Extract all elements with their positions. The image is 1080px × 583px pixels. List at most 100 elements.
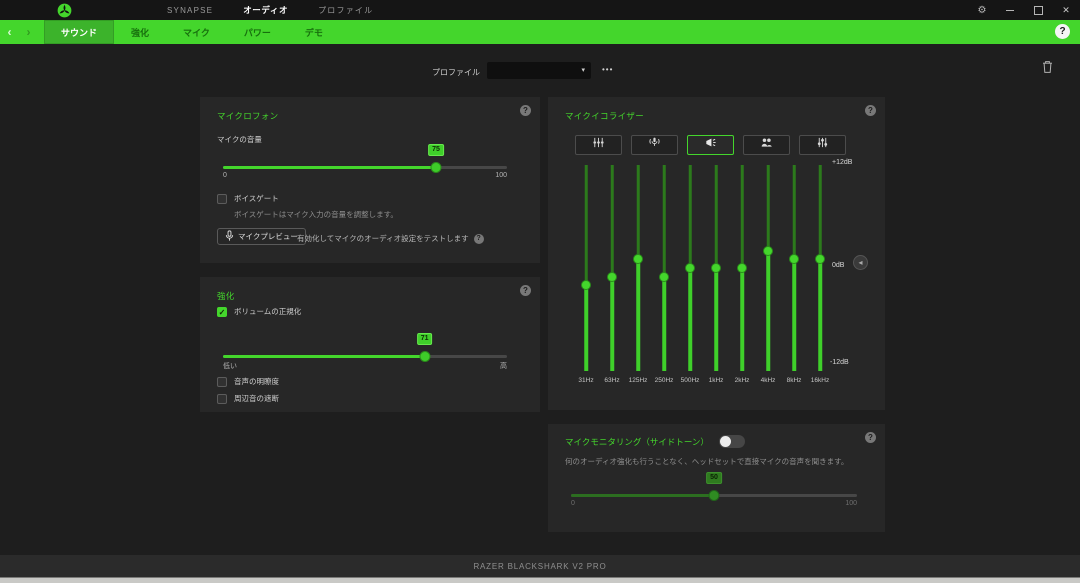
nav-tabs: サウンド強化マイクパワーデモ [44,20,340,44]
slider-value-badge: 50 [706,472,722,484]
toggle-knob [720,436,731,447]
eq-band-thumb[interactable] [815,254,825,264]
profile-dropdown[interactable]: ▾ [487,62,591,79]
profile-more-button[interactable]: ••• [602,65,613,74]
eq-band-500hz[interactable]: 500Hz [677,165,703,371]
voice-clarity-checkbox[interactable]: 音声の明瞭度 [217,376,279,387]
menu-synapse[interactable]: SYNAPSE [167,6,213,15]
info-icon[interactable]: ? [520,105,531,116]
mic-icon [225,230,234,244]
info-icon[interactable]: ? [520,285,531,296]
eq-band-8khz[interactable]: 8kHz [781,165,807,371]
synapse-window: SYNAPSE オーディオ プロファイル ⚙ ✕ ‹ › サウンド強化マイクパワーデ… [0,0,1080,583]
eq-band-31hz[interactable]: 31Hz [573,165,599,371]
enhancement-panel: 強化 ? ✓ ボリュームの正規化 71 低い高 音声の明瞭度 周辺音の遮断 [200,277,540,412]
panel-title: マイクモニタリング（サイドトーン） [565,436,709,448]
eq-band-4khz[interactable]: 4kHz [755,165,781,371]
eq-rail-filled [766,251,770,371]
titlebar-menu: SYNAPSE オーディオ プロファイル [167,4,373,16]
minimize-button[interactable] [996,0,1024,20]
eq-band-thumb[interactable] [711,263,721,273]
sidetone-level-slider[interactable]: 50 0100 [571,472,857,508]
eq-band-frequency-label: 500Hz [677,377,703,384]
info-icon[interactable]: ? [474,234,484,244]
razer-logo-icon[interactable] [57,3,72,18]
mic-volume-slider[interactable]: 75 0100 [223,144,507,180]
eq-flat-sliders-icon [592,136,605,154]
mic-preview-button[interactable]: マイクプレビュー [217,228,306,245]
eq-rail-upper [741,165,744,268]
normalization-level-slider[interactable]: 71 低い高 [223,333,507,369]
ambient-noise-block-checkbox[interactable]: 周辺音の遮断 [217,393,279,404]
sidetone-toggle[interactable] [719,435,745,448]
people-icon [760,136,773,154]
eq-band-125hz[interactable]: 125Hz [625,165,651,371]
checkbox-box[interactable] [217,377,227,387]
eq-band-63hz[interactable]: 63Hz [599,165,625,371]
eq-band-thumb[interactable] [581,280,591,290]
eq-scale-zero-label: 0dB [832,262,844,269]
eq-band-16khz[interactable]: 16kHz [807,165,833,371]
checkbox-label: 周辺音の遮断 [234,393,279,404]
slider-thumb[interactable] [419,351,430,362]
preset-amplified-button[interactable] [687,135,734,155]
nav-forward-button[interactable]: › [19,20,38,44]
eq-rail-upper [793,165,796,259]
checkbox-box[interactable] [217,394,227,404]
eq-rail-upper [611,165,614,277]
menu-audio[interactable]: オーディオ [243,4,288,16]
preset-default-button[interactable] [575,135,622,155]
tab-power[interactable]: パワー [227,20,288,44]
eq-band-thumb[interactable] [763,246,773,256]
eq-band-thumb[interactable] [659,272,669,282]
tab-demo[interactable]: デモ [288,20,340,44]
vertical-sliders-icon [816,136,829,154]
slider-thumb[interactable] [709,490,720,501]
eq-band-2khz[interactable]: 2kHz [729,165,755,371]
eq-band-frequency-label: 250Hz [651,377,677,384]
info-icon[interactable]: ? [865,105,876,116]
eq-band-thumb[interactable] [633,254,643,264]
eq-rail-upper [689,165,692,268]
delete-profile-button[interactable] [1040,59,1054,75]
eq-rail-upper [819,165,822,259]
slider-fill [223,166,436,169]
eq-rail-filled [714,268,718,371]
help-button[interactable]: ? [1055,24,1070,39]
tab-sound[interactable]: サウンド [44,20,114,44]
preset-custom-button[interactable] [799,135,846,155]
eq-band-thumb[interactable] [789,254,799,264]
eq-rail-upper [663,165,666,277]
settings-gear-icon[interactable]: ⚙ [968,0,996,20]
menu-profiles[interactable]: プロファイル [318,5,373,16]
nav-back-button[interactable]: ‹ [0,20,19,44]
eq-reset-button[interactable]: ◂ [853,255,868,270]
info-icon[interactable]: ? [865,432,876,443]
tab-mic[interactable]: マイク [166,20,227,44]
preset-broadcast-button[interactable] [631,135,678,155]
eq-band-thumb[interactable] [685,263,695,273]
eq-rail-filled [688,268,692,371]
eq-band-1khz[interactable]: 1kHz [703,165,729,371]
maximize-button[interactable] [1024,0,1052,20]
checkbox-box[interactable]: ✓ [217,307,227,317]
tab-enhancement[interactable]: 強化 [114,20,166,44]
close-button[interactable]: ✕ [1052,0,1080,20]
slider-max-label: 高 [500,361,507,371]
eq-rail-upper [767,165,770,251]
checkbox-box[interactable] [217,194,227,204]
slider-max-label: 100 [495,172,507,179]
eq-rail-filled [636,259,640,371]
panel-title: マイクロフォン [217,110,278,122]
eq-band-frequency-label: 1kHz [703,377,729,384]
eq-band-thumb[interactable] [607,272,617,282]
preset-conference-button[interactable] [743,135,790,155]
voice-gate-checkbox[interactable]: ボイスゲート [217,193,279,204]
eq-band-thumb[interactable] [737,263,747,273]
eq-band-250hz[interactable]: 250Hz [651,165,677,371]
eq-rail-upper [637,165,640,259]
volume-normalization-checkbox[interactable]: ✓ ボリュームの正規化 [217,306,301,317]
eq-rail-filled [792,259,796,371]
slider-thumb[interactable] [431,162,442,173]
eq-band-frequency-label: 2kHz [729,377,755,384]
